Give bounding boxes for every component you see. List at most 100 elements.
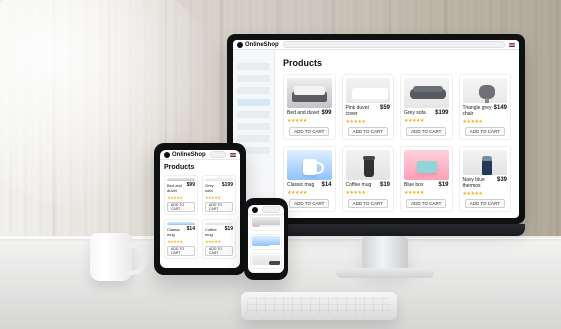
- add-to-cart-button[interactable]: ADD TO CART: [167, 246, 195, 256]
- search-bar[interactable]: [282, 41, 505, 48]
- phone-screen: [248, 205, 284, 273]
- product-name: Coffee mug: [345, 182, 372, 188]
- photo-scene: OnlineShop Products Bed and duvet $99 ★★…: [0, 0, 561, 329]
- flag-icon[interactable]: [509, 42, 515, 47]
- add-to-cart-button[interactable]: ADD TO CART: [406, 199, 447, 208]
- add-to-cart-button[interactable]: ADD TO CART: [464, 127, 505, 136]
- monitor-app-header: OnlineShop: [233, 40, 519, 50]
- add-to-cart-button[interactable]: ADD TO CART: [205, 202, 233, 212]
- product-price: $149: [493, 105, 507, 111]
- product-meta: Bed and duvet $99: [167, 182, 195, 194]
- product-image: [205, 222, 233, 225]
- product-card[interactable]: [250, 253, 282, 269]
- product-card[interactable]: [250, 215, 282, 231]
- brand-logo: [252, 206, 258, 213]
- rating-stars: ★★★★★: [287, 190, 307, 196]
- sidebar-item[interactable]: [237, 63, 270, 70]
- product-image: [252, 236, 280, 246]
- monitor-content: Products Bed and duvet $99 ★★★★★ ADD TO …: [275, 50, 519, 218]
- product-image: [345, 78, 390, 103]
- product-meta: Coffee mug $19: [205, 226, 233, 238]
- rating-stars: ★★★★★: [205, 195, 221, 200]
- tablet-device: OnlineShop Products Bed and duvet $99 ★★…: [154, 143, 246, 275]
- sidebar-item[interactable]: [237, 87, 270, 94]
- product-price: $39: [496, 177, 507, 183]
- product-list: [248, 215, 284, 273]
- product-meta: Classic mug $14: [167, 226, 195, 238]
- product-price: $14: [321, 182, 332, 188]
- add-to-cart-button[interactable]: ADD TO CART: [289, 127, 330, 136]
- add-to-cart-button[interactable]: ADD TO CART: [347, 127, 388, 136]
- add-to-cart-button[interactable]: ADD TO CART: [464, 199, 505, 208]
- product-card[interactable]: Classic mug $14 ★★★★★ ADD TO CART: [283, 146, 336, 212]
- product-card[interactable]: Grey sofa $199 ★★★★★ ADD TO CART: [400, 74, 453, 140]
- product-card[interactable]: [250, 272, 282, 273]
- product-price: $99: [186, 182, 195, 188]
- product-grid: Bed and duvet $99 ★★★★★ ADD TO CART Pink…: [283, 74, 511, 212]
- product-card[interactable]: Coffee mug $19 ★★★★★ ADD TO CART: [202, 219, 236, 259]
- brand-logo-icon: [237, 41, 243, 48]
- rating-stars: ★★★★★: [205, 239, 221, 244]
- product-name: Triangle grey chair: [462, 105, 492, 117]
- rating-stars: ★★★★★: [345, 119, 366, 125]
- product-price: $199: [435, 110, 449, 116]
- product-card[interactable]: Triangle grey chair $149 ★★★★★ ADD TO CA…: [458, 74, 511, 140]
- brand-name: OnlineShop: [245, 41, 279, 48]
- product-image: [404, 150, 449, 180]
- sidebar-item[interactable]: [237, 135, 270, 142]
- product-price: $19: [379, 182, 390, 188]
- product-name: Blue box: [404, 182, 424, 188]
- product-image: [345, 150, 390, 180]
- product-card[interactable]: Blue box $19 ★★★★★ ADD TO CART: [400, 146, 453, 212]
- add-to-cart-button[interactable]: ADD TO CART: [406, 127, 447, 136]
- product-card[interactable]: Classic mug $14 ★★★★★ ADD TO CART: [164, 219, 198, 259]
- product-price: $19: [224, 226, 233, 232]
- add-to-cart-button[interactable]: ADD TO CART: [167, 202, 195, 212]
- product-image: [252, 217, 280, 227]
- product-meta: Grey sofa $199: [404, 110, 449, 116]
- sidebar-item[interactable]: [237, 111, 270, 118]
- product-image: [205, 178, 233, 181]
- page-title: Products: [283, 58, 323, 68]
- product-meta: Triangle grey chair $149: [463, 105, 508, 117]
- product-card[interactable]: Navy blue thermos $39 ★★★★★ ADD TO CART: [458, 146, 511, 212]
- product-image: [462, 78, 507, 103]
- product-card[interactable]: Pink duvet cover $59 ★★★★★ ADD TO CART: [341, 74, 394, 140]
- sidebar-item[interactable]: [237, 123, 270, 130]
- brand-logo-icon: [252, 206, 258, 213]
- product-meta: Coffee mug $19: [346, 182, 391, 188]
- tablet-app-header: OnlineShop: [160, 150, 240, 160]
- phone-app-header: [248, 205, 284, 215]
- product-meta: Classic mug $14: [287, 182, 332, 188]
- product-card[interactable]: Bed and duvet $99 ★★★★★ ADD TO CART: [164, 175, 198, 215]
- brand-logo: OnlineShop: [237, 41, 279, 48]
- product-meta: Bed and duvet $99: [287, 110, 332, 116]
- search-bar[interactable]: [209, 151, 226, 158]
- product-image: [287, 78, 332, 108]
- product-price: $99: [321, 110, 332, 116]
- product-card[interactable]: Grey sofa $199 ★★★★★ ADD TO CART: [202, 175, 236, 215]
- sidebar-item-active[interactable]: [237, 99, 270, 106]
- rating-stars: ★★★★★: [462, 191, 483, 197]
- add-to-cart-button[interactable]: ADD TO CART: [347, 199, 388, 208]
- rating-stars: ★★★★★: [167, 239, 183, 244]
- search-bar[interactable]: [262, 206, 280, 213]
- product-price: $199: [221, 182, 233, 188]
- brand-logo: OnlineShop: [164, 151, 206, 158]
- flag-icon[interactable]: [230, 152, 236, 157]
- sidebar-item[interactable]: [237, 75, 270, 82]
- product-name: Pink duvet cover: [345, 105, 369, 117]
- product-card[interactable]: Bed and duvet $99 ★★★★★ ADD TO CART: [283, 74, 336, 140]
- product-price: $59: [379, 105, 390, 111]
- desktop-monitor: OnlineShop Products Bed and duvet $99 ★★…: [227, 34, 525, 224]
- add-to-cart-button[interactable]: ADD TO CART: [205, 246, 233, 256]
- product-name: Bed and duvet: [167, 183, 182, 193]
- product-price: $14: [186, 226, 195, 232]
- rating-stars: ★★★★★: [404, 190, 424, 196]
- product-card[interactable]: Coffee mug $19 ★★★★★ ADD TO CART: [341, 146, 394, 212]
- product-name: Bed and duvet: [287, 110, 320, 116]
- add-to-cart-button[interactable]: ADD TO CART: [289, 199, 330, 208]
- rating-stars: ★★★★★: [167, 195, 183, 200]
- keyboard: [241, 292, 397, 320]
- product-card[interactable]: [250, 234, 282, 250]
